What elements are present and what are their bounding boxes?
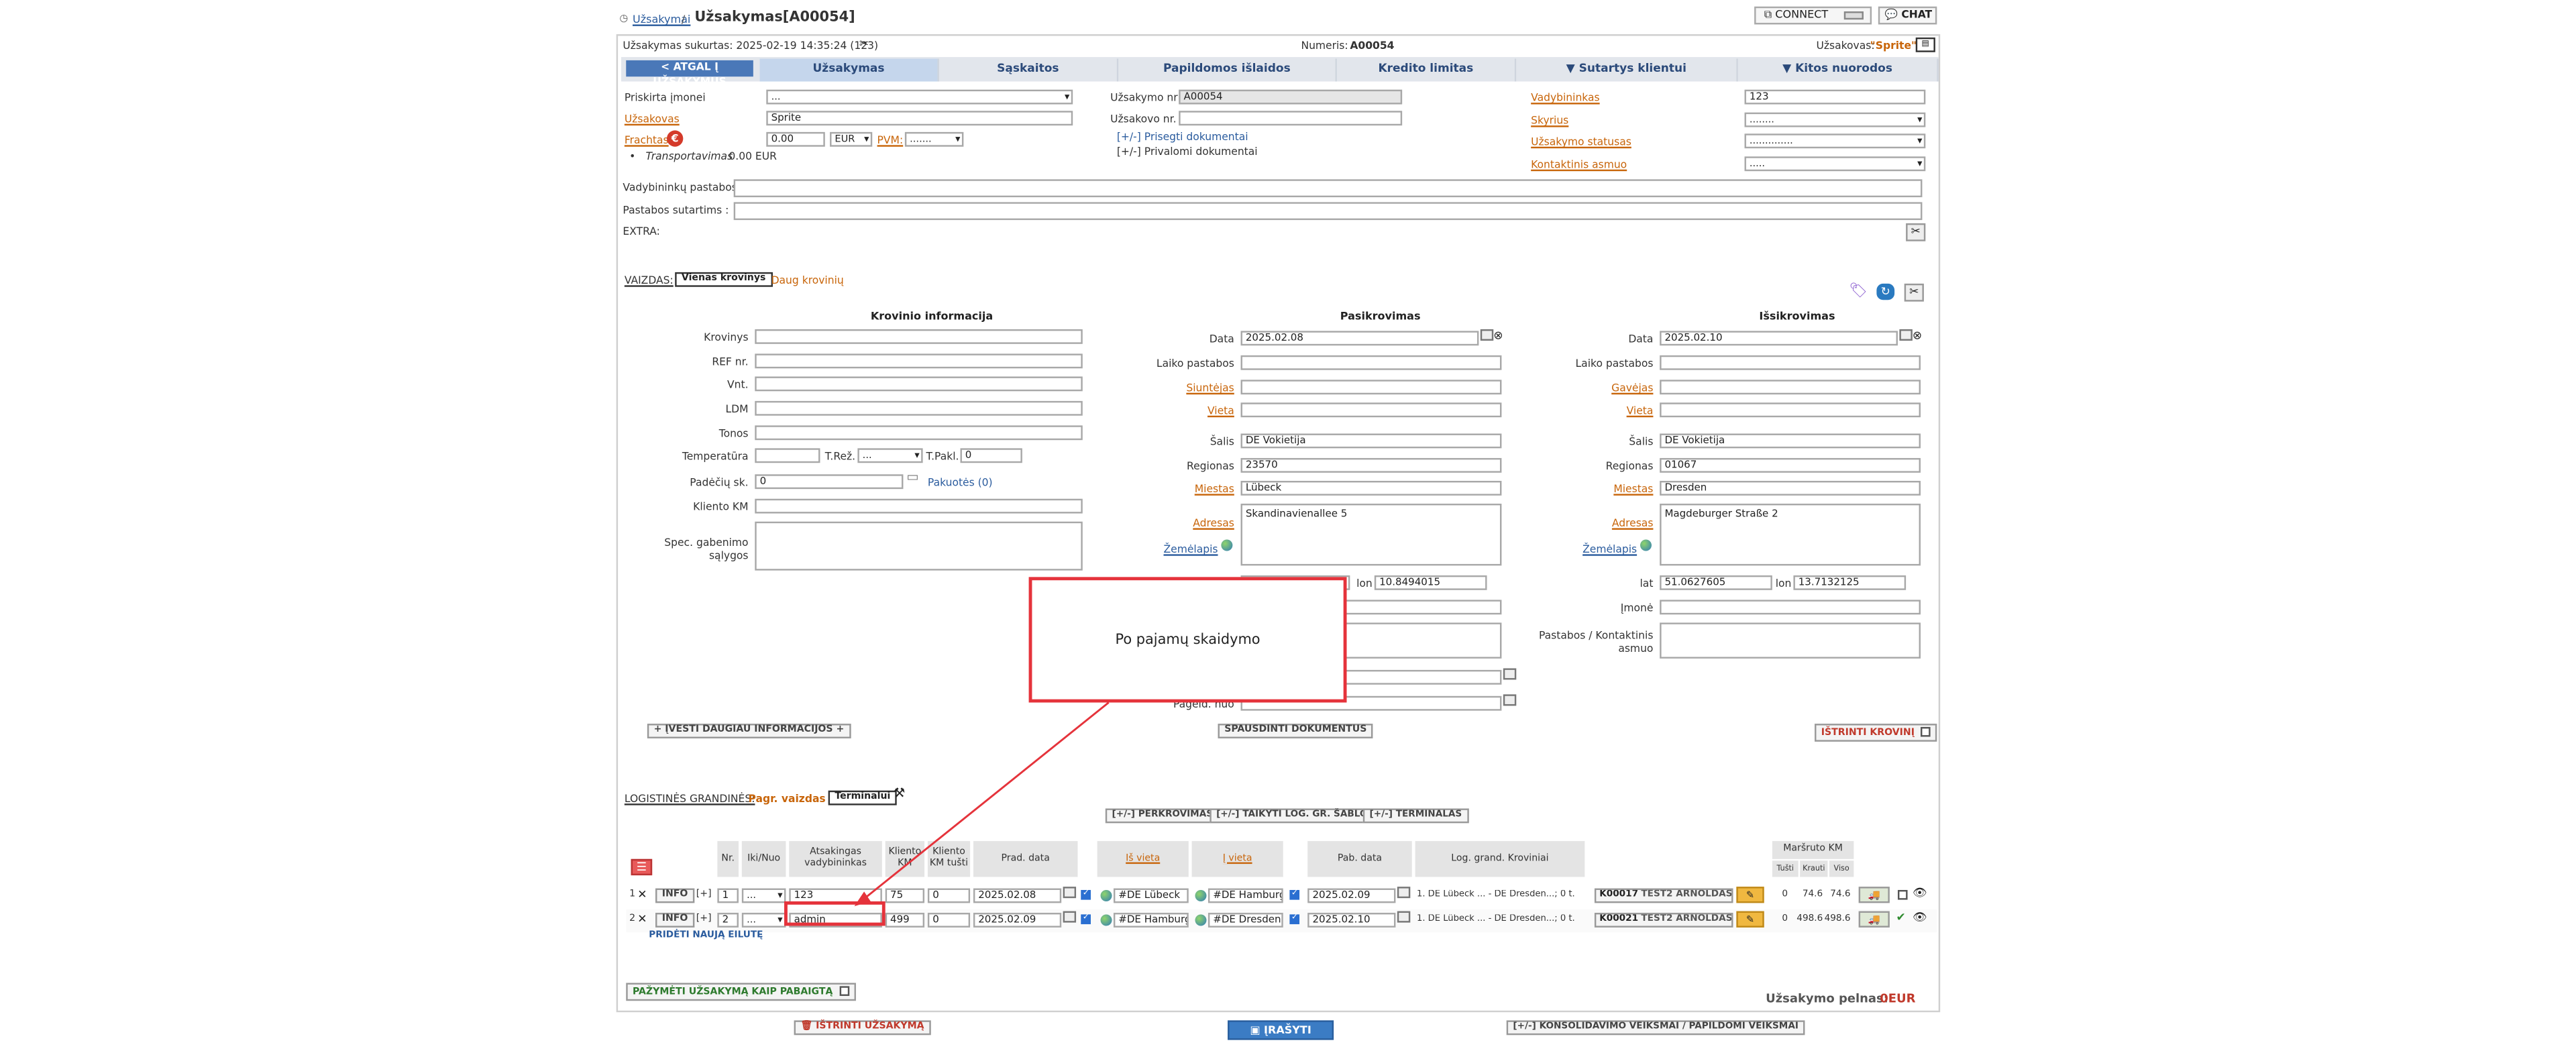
annotation-arrow	[854, 702, 1110, 907]
